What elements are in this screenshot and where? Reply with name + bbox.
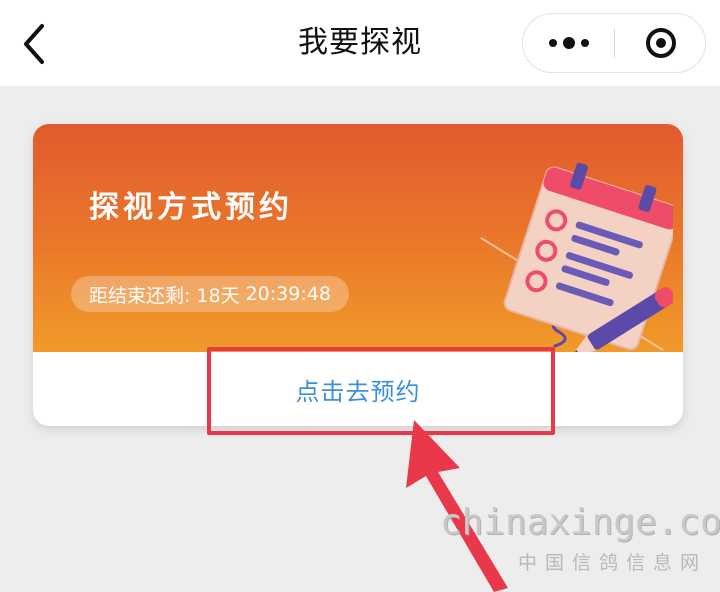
mini-program-capsule — [522, 13, 706, 73]
countdown-days: 18天 — [196, 284, 240, 307]
target-close-icon — [645, 28, 676, 58]
countdown-time: 20:39:48 — [245, 283, 331, 305]
more-dots-icon — [562, 37, 575, 49]
card-title: 探视方式预约 — [89, 190, 293, 225]
more-button[interactable] — [523, 14, 614, 72]
card-banner: 探视方式预约 距结束还剩: 18天 20:39:48 — [33, 124, 683, 352]
calendar-pencil-icon — [480, 162, 673, 352]
close-button[interactable] — [615, 14, 706, 72]
more-dots-icon — [548, 39, 557, 47]
countdown-badge: 距结束还剩: 18天 20:39:48 — [71, 276, 349, 312]
pointer-arrow-icon — [406, 420, 508, 592]
navigation-bar: 我要探视 — [0, 0, 720, 86]
more-dots-icon — [580, 39, 589, 47]
watermark-subtext: 中国信鸽信息网 — [518, 552, 708, 574]
countdown-label: 距结束还剩: — [89, 284, 191, 307]
watermark-text: chinaxinge.com — [440, 502, 720, 543]
